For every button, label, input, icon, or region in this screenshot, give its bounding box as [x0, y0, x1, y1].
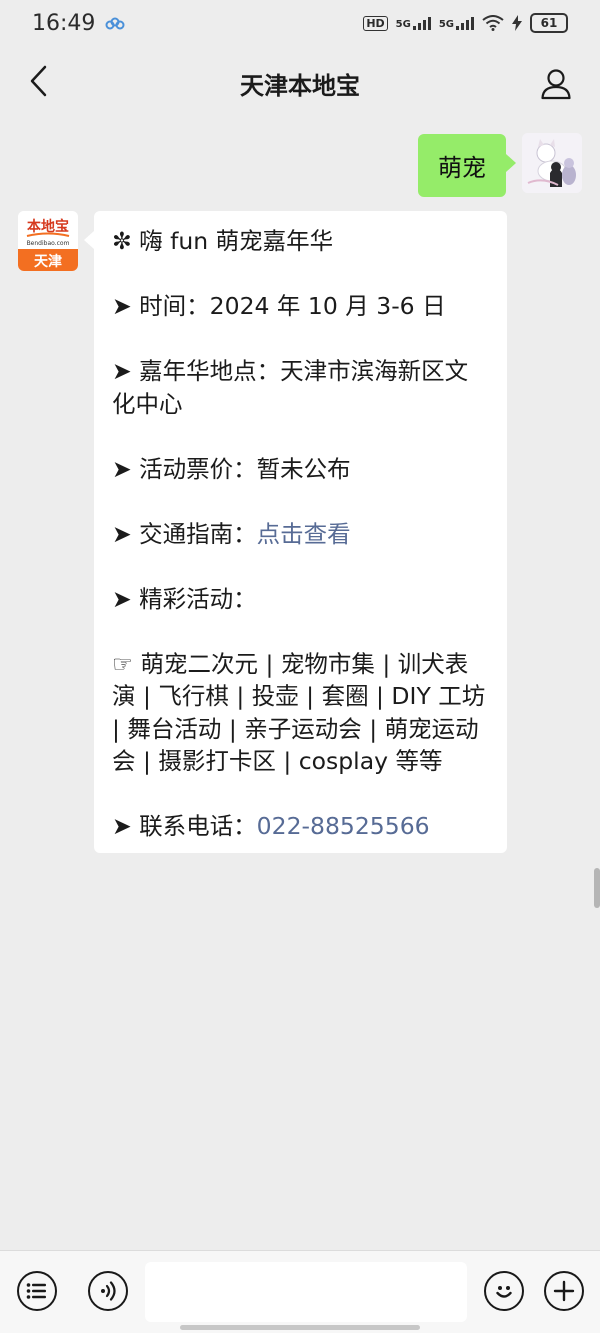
- status-bar: 16:49 HD 5G 5G 61: [0, 0, 600, 46]
- smile-icon: [496, 1286, 512, 1298]
- traffic-guide-link[interactable]: 点击查看: [257, 520, 351, 548]
- outgoing-message-text: 萌宠: [438, 154, 486, 182]
- voice-icon: [101, 1281, 116, 1301]
- my-avatar[interactable]: [522, 133, 582, 193]
- page-title: 天津本地宝: [240, 71, 360, 100]
- cat-photo-icon: [522, 133, 582, 193]
- event-time: ➤ 时间：2024 年 10 月 3-6 日: [112, 292, 446, 320]
- event-traffic: ➤ 交通指南：点击查看: [112, 518, 489, 551]
- signal-bars-icon: [412, 17, 431, 30]
- scrollbar[interactable]: [594, 868, 600, 908]
- event-activities: ☞ 萌宠二次元 | 宠物市集 | 训犬表演 | 飞行棋 | 投壶 | 套圈 | …: [112, 649, 486, 776]
- back-button[interactable]: [22, 64, 56, 98]
- svg-text:本地宝: 本地宝: [27, 218, 69, 235]
- chevron-left-icon: [30, 65, 47, 97]
- phone-label: ➤ 联系电话：: [112, 812, 257, 840]
- person-icon: [541, 69, 571, 100]
- add-button[interactable]: [544, 1271, 584, 1311]
- chat-area[interactable]: 萌宠 本地宝 Bendibao.com 天津 ✼ 嗨 fun 萌宠嘉年华 ➤ 时…: [0, 120, 600, 1250]
- event-title: ✼ 嗨 fun 萌宠嘉年华: [112, 227, 334, 255]
- chat-header: 天津本地宝: [0, 46, 600, 120]
- bendibao-logo: 本地宝 Bendibao.com 天津: [18, 211, 78, 271]
- message-input[interactable]: [145, 1262, 467, 1322]
- voice-button[interactable]: [88, 1271, 128, 1311]
- event-contact: ➤ 联系电话：022-88525566: [112, 810, 489, 843]
- event-activities-label: ➤ 精彩活动：: [112, 584, 257, 613]
- list-icon: [26, 1283, 46, 1299]
- status-time: 16:49: [32, 10, 96, 36]
- outgoing-message-bubble[interactable]: 萌宠: [418, 134, 516, 197]
- input-bar: [0, 1250, 600, 1333]
- signal-bars-icon: [456, 17, 474, 30]
- menu-button[interactable]: [17, 1271, 57, 1311]
- signal-5g-2: 5G: [439, 16, 474, 30]
- home-indicator[interactable]: [180, 1325, 420, 1330]
- emoji-button[interactable]: [484, 1271, 524, 1311]
- event-price: ➤ 活动票价：暂未公布: [112, 454, 351, 483]
- cloud-sync-icon: [105, 17, 125, 30]
- bendibao-avatar[interactable]: 本地宝 Bendibao.com 天津: [18, 211, 78, 271]
- hd-indicator: HD: [363, 15, 388, 31]
- plus-icon: [553, 1280, 575, 1302]
- incoming-message-bubble[interactable]: ✼ 嗨 fun 萌宠嘉年华 ➤ 时间：2024 年 10 月 3-6 日 ➤ 嘉…: [84, 211, 507, 853]
- traffic-label: ➤ 交通指南：: [112, 519, 257, 548]
- svg-text:天津: 天津: [34, 253, 62, 270]
- charging-icon: [512, 15, 522, 31]
- svg-text:Bendibao.com: Bendibao.com: [27, 240, 70, 247]
- wifi-icon: [482, 15, 504, 31]
- event-place: ➤ 嘉年华地点：天津市滨海新区文化中心: [112, 357, 469, 418]
- phone-link[interactable]: 022-88525566: [257, 812, 430, 840]
- signal-5g-1: 5G: [396, 16, 431, 30]
- battery-indicator: 61: [530, 13, 568, 33]
- profile-button[interactable]: [536, 64, 576, 104]
